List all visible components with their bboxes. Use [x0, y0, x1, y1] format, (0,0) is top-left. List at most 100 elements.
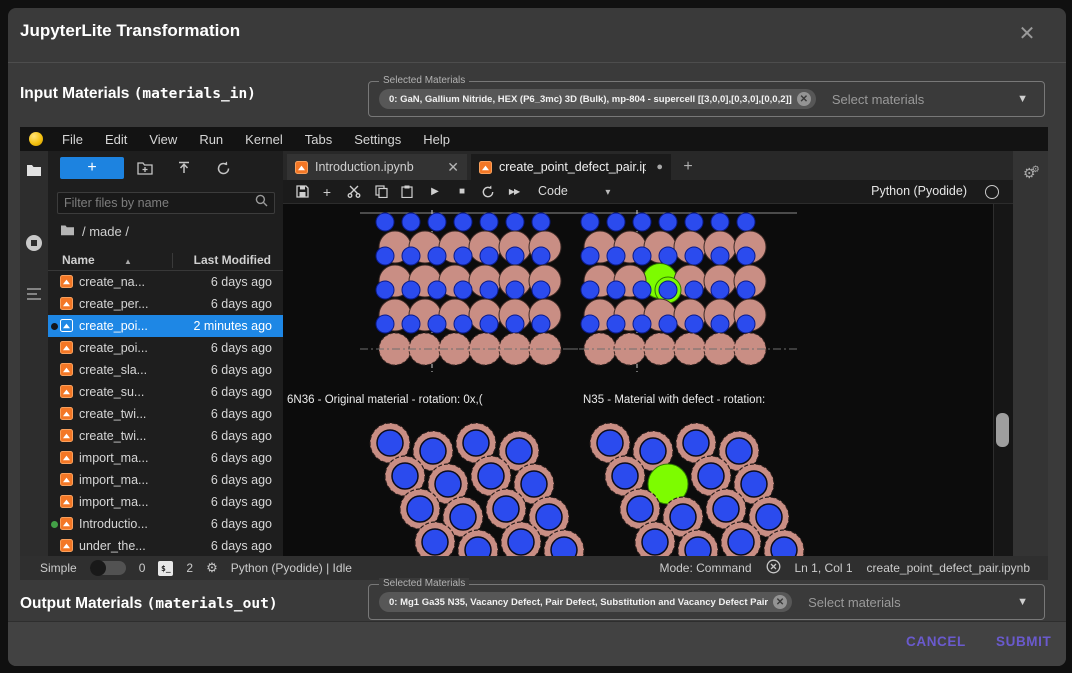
menu-settings[interactable]: Settings	[343, 132, 412, 147]
new-folder-icon[interactable]	[136, 159, 154, 177]
menu-file[interactable]: File	[51, 132, 94, 147]
notebook-scrollbar-thumb[interactable]	[996, 413, 1009, 447]
cell-type-select[interactable]: Code ▾	[538, 184, 610, 198]
file-modified: 6 days ago	[211, 451, 272, 465]
run-icon[interactable]: ▶	[424, 180, 446, 203]
jupyterlite-logo-icon	[29, 132, 43, 146]
tab-label: Introduction.ipynb	[315, 160, 433, 174]
file-modified: 6 days ago	[211, 385, 272, 399]
input-materials-select[interactable]: Selected Materials 0: GaN, Gallium Nitri…	[368, 81, 1045, 117]
sort-asc-icon: ▲	[124, 257, 132, 266]
file-filter-input[interactable]: Filter files by name	[57, 192, 275, 214]
file-modified: 6 days ago	[211, 275, 272, 289]
close-tab-icon[interactable]: ✕	[447, 159, 459, 176]
chevron-down-icon[interactable]: ▼	[1017, 596, 1028, 608]
file-row[interactable]: import_ma...6 days ago	[48, 469, 283, 491]
file-row[interactable]: create_twi...6 days ago	[48, 425, 283, 447]
stop-icon[interactable]: ■	[451, 180, 473, 203]
menu-view[interactable]: View	[138, 132, 188, 147]
fast-forward-icon[interactable]: ▶▶	[503, 180, 525, 203]
output-materials-text: Output Materials	[20, 595, 147, 612]
file-row[interactable]: import_ma...6 days ago	[48, 447, 283, 469]
save-icon[interactable]	[291, 180, 313, 203]
menu-tabs[interactable]: Tabs	[294, 132, 343, 147]
output-material-chip[interactable]: 0: Mg1 Ga35 N35, Vacancy Defect, Pair De…	[379, 592, 792, 612]
file-row[interactable]: create_sla...6 days ago	[48, 359, 283, 381]
file-row[interactable]: create_poi... 2 minutes ago	[48, 315, 283, 337]
kernel-name[interactable]: Python (Pyodide)	[871, 184, 967, 198]
file-name: create_poi...	[79, 319, 148, 333]
kernel-count: 2	[186, 561, 193, 575]
submit-button[interactable]: SUBMIT	[996, 634, 1051, 649]
upload-icon[interactable]	[175, 159, 193, 177]
file-row[interactable]: create_na...6 days ago	[48, 271, 283, 293]
simple-mode-toggle[interactable]	[90, 561, 126, 575]
file-row[interactable]: under_the...6 days ago	[48, 535, 283, 557]
file-row[interactable]: create_poi...6 days ago	[48, 337, 283, 359]
cancel-button[interactable]: CANCEL	[906, 634, 966, 649]
terminal-count: 0	[139, 561, 146, 575]
output-materials-select[interactable]: Selected Materials 0: Mg1 Ga35 N35, Vaca…	[368, 584, 1045, 620]
notebook-icon	[60, 275, 73, 288]
file-row[interactable]: create_per...6 days ago	[48, 293, 283, 315]
running-kernels-icon[interactable]	[26, 235, 42, 251]
file-row[interactable]: import_ma...6 days ago	[48, 491, 283, 513]
column-last-modified[interactable]: Last Modified	[194, 253, 271, 267]
add-tab-icon[interactable]: +	[677, 156, 699, 178]
notebook-icon	[295, 161, 308, 174]
restart-icon[interactable]	[477, 180, 499, 203]
paste-icon[interactable]	[396, 180, 418, 203]
file-row[interactable]: Introductio...6 days ago	[48, 513, 283, 535]
kernel-icon: ⚙	[206, 560, 218, 576]
chip-remove-icon[interactable]: ✕	[773, 595, 787, 609]
column-name[interactable]: Name ▲	[62, 253, 132, 267]
property-inspector-gears-icon[interactable]: ⚙⚙	[1023, 165, 1044, 183]
chip-remove-icon[interactable]: ✕	[797, 92, 811, 106]
cursor-position[interactable]: Ln 1, Col 1	[795, 561, 853, 575]
menu-edit[interactable]: Edit	[94, 132, 138, 147]
new-launcher-button[interactable]: +	[60, 157, 124, 179]
file-name: under_the...	[79, 539, 146, 553]
menu-items: FileEditViewRunKernelTabsSettingsHelp	[51, 132, 461, 147]
notebook-icon	[60, 429, 73, 442]
table-of-contents-icon[interactable]	[26, 287, 42, 306]
cut-icon[interactable]	[343, 180, 365, 203]
search-icon	[255, 194, 268, 212]
file-browser-icon[interactable]	[26, 163, 42, 182]
notebook-icon	[60, 473, 73, 486]
notebook-icon	[60, 363, 73, 376]
input-material-chip[interactable]: 0: GaN, Gallium Nitride, HEX (P6_3mc) 3D…	[379, 89, 816, 109]
menu-help[interactable]: Help	[412, 132, 461, 147]
file-row[interactable]: create_su...6 days ago	[48, 381, 283, 403]
kernel-status-icon[interactable]	[985, 185, 999, 199]
output-select-legend: Selected Materials	[379, 578, 469, 589]
chevron-down-icon[interactable]: ▼	[1017, 93, 1028, 105]
file-row[interactable]: create_twi...6 days ago	[48, 403, 283, 425]
breadcrumb[interactable]: / made /	[60, 224, 129, 239]
output-select-placeholder: Select materials	[808, 595, 900, 610]
figure-title-original: 6N36 - Original material - rotation: 0x,…	[287, 394, 483, 406]
file-list-header[interactable]: Name ▲ Last Modified	[48, 251, 283, 271]
menu-kernel[interactable]: Kernel	[234, 132, 294, 147]
file-modified: 2 minutes ago	[193, 319, 272, 333]
kernel-status-text[interactable]: Python (Pyodide) | Idle	[231, 561, 352, 575]
notebook-icon	[479, 161, 492, 174]
simple-mode-label: Simple	[40, 561, 77, 575]
add-cell-icon[interactable]: +	[316, 180, 338, 203]
file-modified: 6 days ago	[211, 297, 272, 311]
file-list: create_na...6 days agocreate_per...6 day…	[48, 271, 283, 557]
file-modified: 6 days ago	[211, 429, 272, 443]
file-name: Introductio...	[79, 517, 148, 531]
notebook-scrollbar-track[interactable]	[993, 204, 1013, 556]
menu-run[interactable]: Run	[188, 132, 234, 147]
tab-introduction-ipynb[interactable]: Introduction.ipynb ✕	[287, 154, 467, 180]
tab-create-point-defect-pair-ip[interactable]: create_point_defect_pair.ip●	[471, 154, 671, 180]
copy-icon[interactable]	[370, 180, 392, 203]
input-select-legend: Selected Materials	[379, 75, 469, 86]
left-sidebar-strip	[20, 151, 48, 556]
refresh-icon[interactable]	[214, 159, 232, 177]
close-icon[interactable]: ✕	[1014, 20, 1040, 46]
file-modified: 6 days ago	[211, 473, 272, 487]
status-bar: Simple 0 $_ 2 ⚙ Python (Pyodide) | Idle …	[20, 556, 1048, 580]
notebook-icon	[60, 539, 73, 552]
